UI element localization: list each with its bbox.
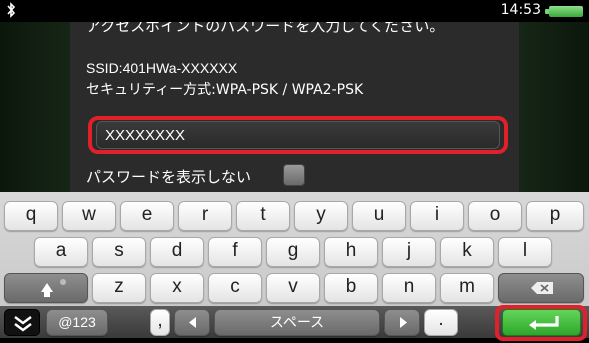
clock: 14:53 <box>500 2 541 18</box>
backspace-icon <box>531 282 553 294</box>
ssid-label: SSID:401HWa-XXXXXX <box>86 60 238 76</box>
enter-key[interactable] <box>502 309 581 336</box>
space-key[interactable]: スペース <box>214 309 380 336</box>
shift-arrow-icon <box>41 279 66 297</box>
bluetooth-icon <box>7 2 16 18</box>
arrow-right-icon <box>400 317 407 328</box>
key-c[interactable]: c <box>208 273 262 303</box>
key-p[interactable]: p <box>526 201 584 231</box>
password-dialog: アクセスポイントのパスワードを入力してください。 SSID:401HWa-XXX… <box>0 22 589 192</box>
key-m[interactable]: m <box>440 273 494 303</box>
shift-key[interactable] <box>4 273 88 303</box>
background-left <box>0 22 70 192</box>
key-f[interactable]: f <box>208 237 262 267</box>
key-b[interactable]: b <box>324 273 378 303</box>
key-k[interactable]: k <box>440 237 494 267</box>
key-g[interactable]: g <box>266 237 320 267</box>
key-r[interactable]: r <box>178 201 232 231</box>
key-t[interactable]: t <box>236 201 290 231</box>
battery-icon <box>545 6 583 17</box>
security-label: セキュリティー方式:WPA-PSK / WPA2-PSK <box>86 82 364 98</box>
key-n[interactable]: n <box>382 273 436 303</box>
status-bar: 14:53 <box>0 0 589 22</box>
key-v[interactable]: v <box>266 273 320 303</box>
background-right <box>519 22 589 192</box>
key-y[interactable]: y <box>294 201 348 231</box>
period-key[interactable]: . <box>424 309 458 336</box>
key-u[interactable]: u <box>352 201 406 231</box>
show-password-label: パスワードを表示しない <box>86 168 252 186</box>
cursor-left-key[interactable] <box>174 309 210 336</box>
cursor-right-key[interactable] <box>384 309 420 336</box>
chevron-down-icon <box>14 316 32 332</box>
key-q[interactable]: q <box>4 201 58 231</box>
key-e[interactable]: e <box>120 201 174 231</box>
arrow-left-icon <box>189 317 196 328</box>
key-h[interactable]: h <box>324 237 378 267</box>
key-o[interactable]: o <box>468 201 522 231</box>
key-i[interactable]: i <box>410 201 464 231</box>
key-s[interactable]: s <box>92 237 146 267</box>
key-w[interactable]: w <box>62 201 116 231</box>
backspace-key[interactable] <box>498 273 584 303</box>
key-l[interactable]: l <box>498 237 552 267</box>
key-d[interactable]: d <box>150 237 204 267</box>
key-a[interactable]: a <box>34 237 88 267</box>
key-z[interactable]: z <box>92 273 146 303</box>
symbols-key[interactable]: @123 <box>46 309 108 336</box>
enter-arrow-icon <box>529 316 559 330</box>
password-input[interactable] <box>96 121 500 149</box>
collapse-keyboard-key[interactable] <box>4 309 40 336</box>
comma-key[interactable]: , <box>150 309 170 336</box>
key-x[interactable]: x <box>150 273 204 303</box>
prompt-text: アクセスポイントのパスワードを入力してください。 <box>86 22 445 35</box>
key-j[interactable]: j <box>382 237 436 267</box>
show-password-checkbox[interactable] <box>283 164 305 186</box>
